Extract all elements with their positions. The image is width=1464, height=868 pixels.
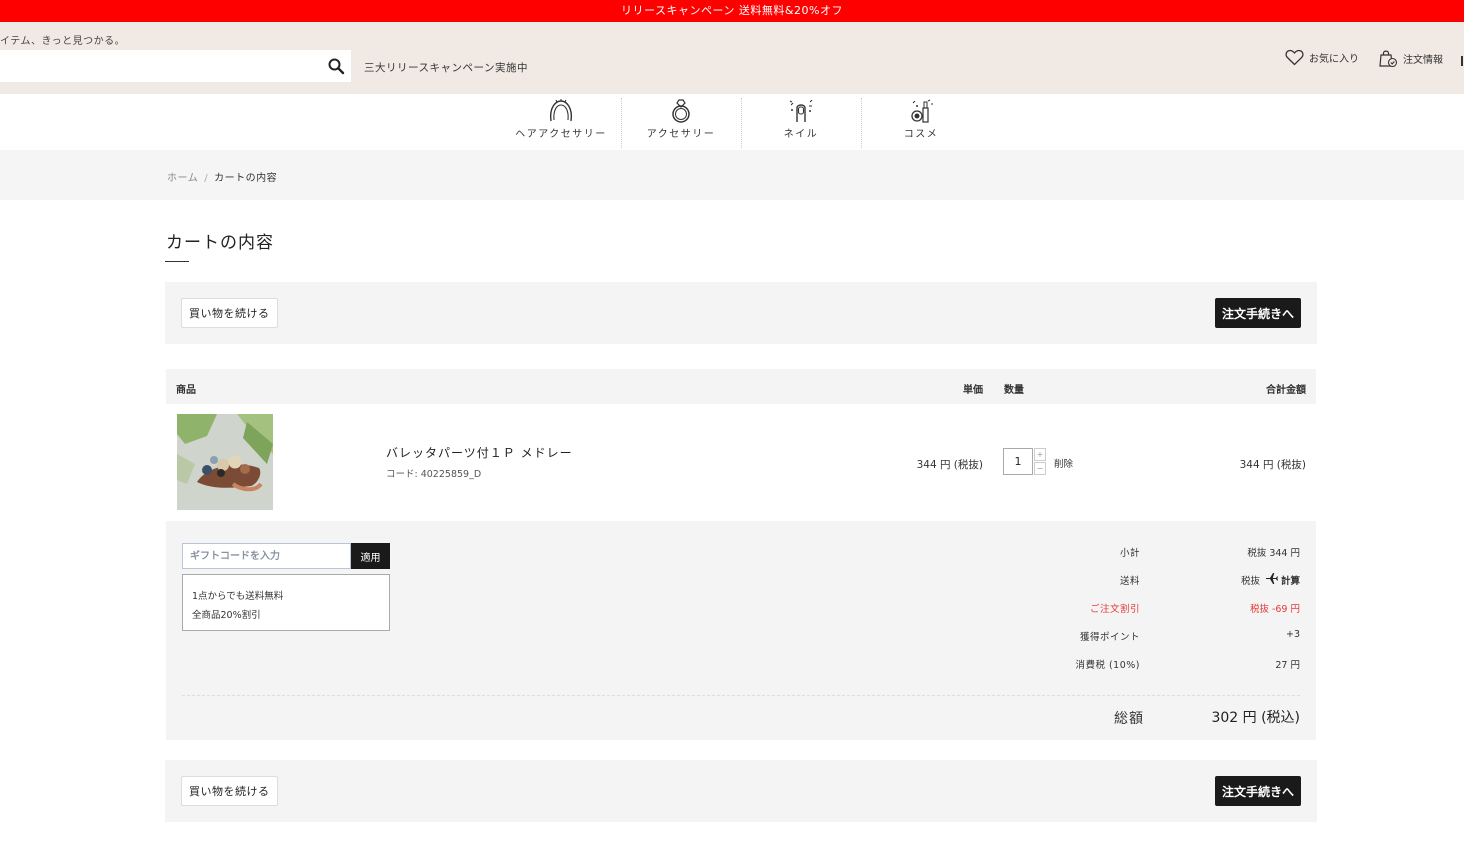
site-header: イテム、きっと見つかる。 三大リリースキャンペーン実施中 お気に入り 注文情報 [0,22,1464,94]
continue-shopping-button[interactable]: 買い物を続ける [181,298,278,328]
search-icon[interactable] [327,57,345,75]
quantity-stepper: + − [1003,448,1046,475]
header-total: 合計金額 [1266,385,1306,396]
tax-label: 消費税 (10%) [1075,660,1140,671]
cart-actions-top: 買い物を続ける 注文手続きへ [165,282,1317,344]
discount-label: ご注文割引 [1089,604,1140,615]
cart-item-row: バレッタパーツ付１Ｐ メドレー コード: 40225859_D 344 円 (税… [166,404,1316,521]
notice-line: 1点からでも送料無料 [192,591,284,602]
header-unit-price: 単価 [963,385,983,396]
category-accessory[interactable]: アクセサリー [621,94,741,150]
page-title: カートの内容 [166,233,274,253]
campaign-link[interactable]: 三大リリースキャンペーン実施中 [364,60,528,75]
subtotal-value: 税抜 344 円 [1247,548,1300,559]
delete-item-button[interactable]: 削除 [1054,456,1073,470]
summary-divider [182,695,1300,696]
total-value: 302 円 (税込) [1211,710,1300,726]
discount-value: 税抜 -69 円 [1249,604,1300,615]
gift-code-input[interactable] [182,543,351,569]
tax-value: 27 円 [1275,660,1300,671]
category-label: コスメ [903,129,939,140]
promo-banner[interactable]: リリースキャンペーン 送料無料&20%オフ [0,0,1464,22]
points-label: 獲得ポイント [1079,632,1140,643]
category-label: ヘアアクセサリー [515,129,607,140]
checkout-button[interactable]: 注文手続きへ [1214,776,1301,806]
category-cosmetics[interactable]: コスメ [861,94,981,150]
nail-icon [741,99,861,123]
product-code: コード: 40225859_D [386,469,482,480]
breadcrumb-home[interactable]: ホーム [167,173,198,184]
hair-accessory-icon [501,99,621,123]
breadcrumb-current: カートの内容 [214,173,278,184]
ring-icon [621,99,741,123]
shopping-bag-icon [1378,49,1398,68]
checkout-button[interactable]: 注文手続きへ [1214,298,1301,328]
gift-apply-button[interactable]: 適用 [351,543,390,569]
breadcrumb-separator: / [204,173,209,184]
product-image[interactable] [177,414,273,510]
search-box [0,50,351,82]
category-nail[interactable]: ネイル [741,94,861,150]
breadcrumb-bar: ホーム / カートの内容 [0,150,1464,200]
cart-summary: 適用 1点からでも送料無料 全商品20%割引 小計 税抜 344 円 送料 税抜… [166,521,1316,740]
breadcrumb: ホーム / カートの内容 [167,169,277,184]
category-label: アクセサリー [646,129,716,140]
shipping-tax-note: 税抜 [1240,576,1260,587]
cart-table-header: 商品 単価 数量 合計金額 [166,369,1316,404]
header-quantity: 数量 [1004,385,1024,396]
category-label: ネイル [783,129,819,140]
header-edge-mark [1461,56,1463,66]
cart-actions-bottom: 買い物を続ける 注文手続きへ [165,760,1317,822]
quantity-input[interactable] [1003,448,1033,475]
shipping-calc-label: 計算 [1280,576,1300,587]
total-label: 総額 [1114,711,1144,727]
cosmetics-icon [861,99,981,123]
header-product: 商品 [176,385,196,396]
continue-shopping-button[interactable]: 買い物を続ける [181,776,278,806]
promotion-notice: 1点からでも送料無料 全商品20%割引 [182,574,390,631]
category-nav: ヘアアクセサリー アクセサリー ネイル コスメ [0,94,1464,150]
subtotal-label: 小計 [1119,548,1140,559]
favorites-link[interactable]: お気に入り [1285,49,1359,66]
airplane-icon [1265,573,1278,587]
product-name[interactable]: バレッタパーツ付１Ｐ メドレー [386,444,573,461]
order-info-label: 注文情報 [1403,55,1443,66]
title-underline [165,261,189,262]
quantity-increase-icon[interactable]: + [1034,448,1046,461]
shipping-label: 送料 [1119,576,1140,587]
notice-line: 全商品20%割引 [192,610,261,621]
category-hair-accessory[interactable]: ヘアアクセサリー [501,94,621,150]
site-tagline: イテム、きっと見つかる。 [0,36,126,47]
heart-icon [1285,49,1304,66]
order-info-link[interactable]: 注文情報 [1378,49,1443,68]
shipping-calc-link[interactable]: 計算 [1265,573,1300,587]
line-total: 344 円 (税抜) [1239,459,1306,471]
unit-price: 344 円 (税抜) [916,459,983,471]
quantity-decrease-icon[interactable]: − [1034,462,1046,475]
favorites-label: お気に入り [1309,54,1359,65]
search-input[interactable] [0,50,318,82]
shipping-value: 税抜 計算 [1241,573,1300,587]
points-value: +3 [1285,629,1300,640]
